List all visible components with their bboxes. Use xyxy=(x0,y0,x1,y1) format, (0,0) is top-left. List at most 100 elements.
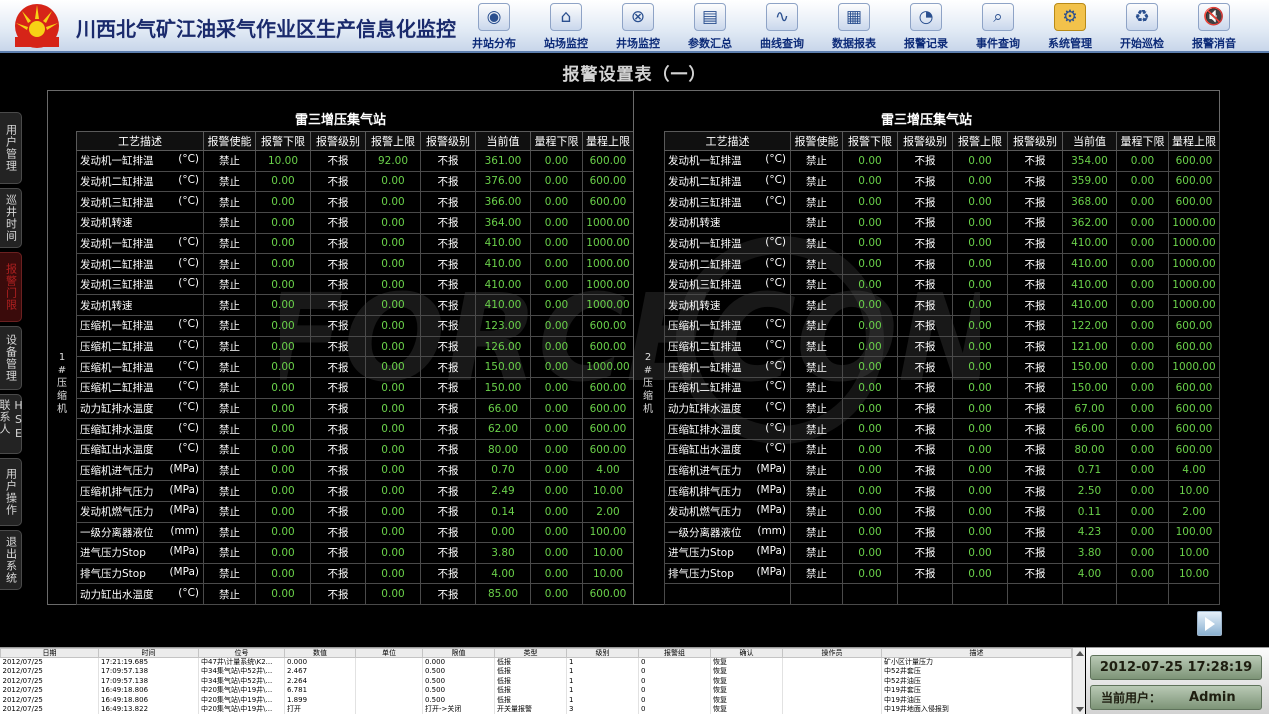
low-level-cell[interactable]: 不报 xyxy=(310,253,366,275)
low-level-cell[interactable]: 不报 xyxy=(310,500,366,523)
enable-cell[interactable]: 禁止 xyxy=(790,232,843,255)
low-limit-cell[interactable]: 0.00 xyxy=(842,273,898,296)
high-level-cell[interactable]: 不报 xyxy=(1007,273,1063,296)
high-level-cell[interactable]: 不报 xyxy=(420,562,476,585)
low-limit-cell[interactable]: 0.00 xyxy=(842,521,898,544)
low-level-cell[interactable]: 不报 xyxy=(310,542,366,564)
high-limit-cell[interactable]: 0.00 xyxy=(952,397,1008,420)
low-level-cell[interactable]: 不报 xyxy=(310,191,366,213)
high-limit-cell[interactable]: 0.00 xyxy=(365,397,421,420)
enable-cell[interactable]: 禁止 xyxy=(203,211,256,234)
low-level-cell[interactable] xyxy=(897,583,953,606)
high-level-cell[interactable]: 不报 xyxy=(420,438,476,461)
low-limit-cell[interactable]: 0.00 xyxy=(842,150,898,172)
enable-cell[interactable]: 禁止 xyxy=(790,500,843,523)
high-limit-cell[interactable]: 0.00 xyxy=(952,562,1008,585)
enable-cell[interactable]: 禁止 xyxy=(203,562,256,585)
high-level-cell[interactable]: 不报 xyxy=(1007,438,1063,461)
low-limit-cell[interactable]: 0.00 xyxy=(255,253,311,275)
scroll-down-icon[interactable] xyxy=(1076,707,1084,712)
sidebar-tab-3[interactable]: 设备管理 xyxy=(0,326,22,390)
sidebar-tab-5[interactable]: 用户操作 xyxy=(0,458,22,526)
high-level-cell[interactable]: 不报 xyxy=(420,521,476,544)
low-limit-cell[interactable]: 10.00 xyxy=(255,150,311,172)
high-limit-cell[interactable]: 0.00 xyxy=(365,480,421,502)
high-level-cell[interactable]: 不报 xyxy=(420,480,476,502)
enable-cell[interactable]: 禁止 xyxy=(203,521,256,544)
low-level-cell[interactable]: 不报 xyxy=(897,150,953,172)
low-level-cell[interactable]: 不报 xyxy=(310,480,366,502)
low-level-cell[interactable]: 不报 xyxy=(897,521,953,544)
high-limit-cell[interactable]: 0.00 xyxy=(952,191,1008,213)
enable-cell[interactable]: 禁止 xyxy=(203,459,256,482)
sidebar-tab-1[interactable]: 巡井时间 xyxy=(0,188,22,248)
log-row[interactable]: 2012/07/25 17:21:19.685 中47井\计量系统\K2... 0.0… xyxy=(0,657,1072,667)
high-limit-cell[interactable]: 0.00 xyxy=(952,150,1008,172)
low-limit-cell[interactable]: 0.00 xyxy=(842,253,898,275)
next-page-button[interactable] xyxy=(1197,611,1222,636)
enable-cell[interactable]: 禁止 xyxy=(790,335,843,358)
low-limit-cell[interactable]: 0.00 xyxy=(842,356,898,379)
low-level-cell[interactable]: 不报 xyxy=(897,438,953,461)
high-limit-cell[interactable]: 0.00 xyxy=(952,500,1008,523)
low-limit-cell[interactable]: 0.00 xyxy=(842,562,898,585)
low-limit-cell[interactable]: 0.00 xyxy=(255,232,311,255)
low-limit-cell[interactable]: 0.00 xyxy=(842,335,898,358)
high-level-cell[interactable]: 不报 xyxy=(420,418,476,440)
low-limit-cell[interactable]: 0.00 xyxy=(255,459,311,482)
log-scrollbar[interactable] xyxy=(1072,648,1085,714)
high-level-cell[interactable]: 不报 xyxy=(420,294,476,317)
high-limit-cell[interactable]: 0.00 xyxy=(365,562,421,585)
low-level-cell[interactable]: 不报 xyxy=(897,335,953,358)
low-limit-cell[interactable]: 0.00 xyxy=(255,356,311,379)
nav-button-9[interactable]: ♻ 开始巡检 xyxy=(1106,0,1178,53)
low-level-cell[interactable]: 不报 xyxy=(897,232,953,255)
low-limit-cell[interactable]: 0.00 xyxy=(842,459,898,482)
low-level-cell[interactable]: 不报 xyxy=(310,294,366,317)
high-level-cell[interactable]: 不报 xyxy=(420,583,476,606)
high-limit-cell[interactable]: 0.00 xyxy=(952,521,1008,544)
enable-cell[interactable]: 禁止 xyxy=(790,459,843,482)
low-limit-cell[interactable]: 0.00 xyxy=(255,562,311,585)
high-level-cell[interactable]: 不报 xyxy=(1007,521,1063,544)
nav-button-7[interactable]: ⌕ 事件查询 xyxy=(962,0,1034,53)
nav-button-8[interactable]: ⚙ 系统管理 xyxy=(1034,0,1106,53)
high-level-cell[interactable]: 不报 xyxy=(1007,170,1063,193)
nav-button-3[interactable]: ▤ 参数汇总 xyxy=(674,0,746,53)
low-limit-cell[interactable]: 0.00 xyxy=(842,377,898,399)
high-limit-cell[interactable]: 0.00 xyxy=(952,480,1008,502)
low-limit-cell[interactable]: 0.00 xyxy=(255,500,311,523)
nav-button-2[interactable]: ⊗ 井场监控 xyxy=(602,0,674,53)
low-limit-cell[interactable]: 0.00 xyxy=(255,542,311,564)
scroll-up-icon[interactable] xyxy=(1076,651,1084,656)
high-limit-cell[interactable]: 0.00 xyxy=(365,500,421,523)
low-level-cell[interactable]: 不报 xyxy=(897,480,953,502)
high-level-cell[interactable]: 不报 xyxy=(420,253,476,275)
high-limit-cell[interactable]: 0.00 xyxy=(365,232,421,255)
nav-button-5[interactable]: ▦ 数据报表 xyxy=(818,0,890,53)
high-limit-cell[interactable]: 0.00 xyxy=(365,315,421,337)
enable-cell[interactable]: 禁止 xyxy=(790,191,843,213)
low-level-cell[interactable]: 不报 xyxy=(897,500,953,523)
low-limit-cell[interactable]: 0.00 xyxy=(842,480,898,502)
low-level-cell[interactable]: 不报 xyxy=(310,356,366,379)
enable-cell[interactable]: 禁止 xyxy=(203,273,256,296)
enable-cell[interactable]: 禁止 xyxy=(790,397,843,420)
low-level-cell[interactable]: 不报 xyxy=(897,315,953,337)
enable-cell[interactable]: 禁止 xyxy=(790,294,843,317)
enable-cell[interactable]: 禁止 xyxy=(790,418,843,440)
low-limit-cell[interactable]: 0.00 xyxy=(842,542,898,564)
high-level-cell[interactable]: 不报 xyxy=(420,356,476,379)
nav-button-6[interactable]: ◔ 报警记录 xyxy=(890,0,962,53)
high-level-cell[interactable]: 不报 xyxy=(1007,459,1063,482)
high-level-cell[interactable]: 不报 xyxy=(1007,542,1063,564)
high-limit-cell[interactable]: 0.00 xyxy=(365,253,421,275)
low-level-cell[interactable]: 不报 xyxy=(310,150,366,172)
low-level-cell[interactable]: 不报 xyxy=(310,418,366,440)
low-level-cell[interactable]: 不报 xyxy=(310,397,366,420)
high-limit-cell[interactable]: 0.00 xyxy=(952,418,1008,440)
enable-cell[interactable]: 禁止 xyxy=(790,356,843,379)
enable-cell[interactable]: 禁止 xyxy=(203,315,256,337)
high-limit-cell[interactable]: 0.00 xyxy=(365,335,421,358)
low-level-cell[interactable]: 不报 xyxy=(310,232,366,255)
